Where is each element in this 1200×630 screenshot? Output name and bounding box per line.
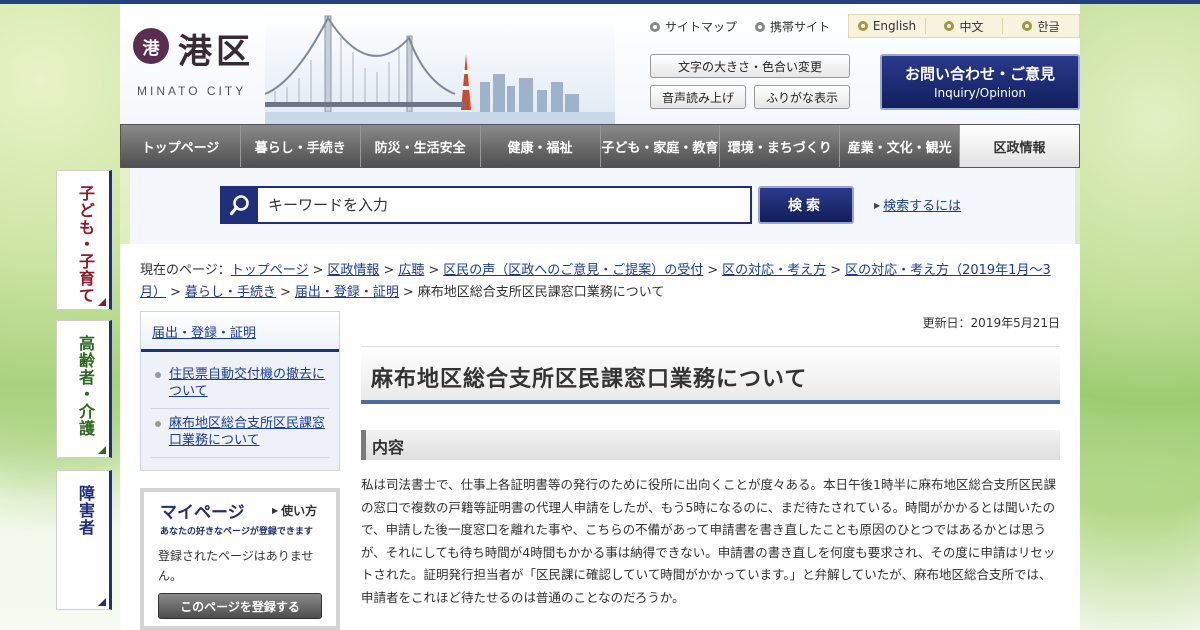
breadcrumb-link[interactable]: 暮らし・手続き xyxy=(185,285,276,300)
radio-bullet-icon xyxy=(944,21,955,31)
site-logo-title[interactable]: 港区 xyxy=(178,24,254,73)
radio-bullet-icon xyxy=(1022,21,1033,31)
search-icon xyxy=(222,188,258,222)
breadcrumb-separator: > xyxy=(279,285,291,300)
corner-arrow-icon xyxy=(98,298,106,306)
side-tab-elderly-label: 高齢者・介護 xyxy=(76,335,95,437)
mobile-site-link-label: 携帯サイト xyxy=(770,20,831,34)
local-nav-link[interactable]: 麻布地区総合支所区民課窓口業務について xyxy=(169,415,329,449)
breadcrumb: 現在のページ：トップページ > 区政情報 > 広聴 > 区民の声（区政へのご意見・ご提案）の… xyxy=(140,260,1060,304)
breadcrumb-link[interactable]: 区の対応・考え方 xyxy=(722,263,826,278)
global-navigation: トップページ 暮らし・手続き 防災・生活安全 健康・福祉 子ども・家庭・教育 環… xyxy=(120,124,1080,168)
inquiry-main-label: お問い合わせ・ご意見 xyxy=(904,65,1055,83)
search-box xyxy=(220,186,752,224)
mypage-empty-message: 登録されたページはありません。 xyxy=(158,549,314,583)
radio-bullet-icon xyxy=(857,21,868,31)
utility-links: サイトマップ 携帯サイト xyxy=(650,18,830,35)
side-tab-children[interactable]: 子ども・子育て xyxy=(56,170,112,310)
corner-arrow-icon xyxy=(98,446,106,454)
inquiry-opinion-button[interactable]: お問い合わせ・ご意見 Inquiry/Opinion xyxy=(880,54,1080,110)
inquiry-sub-label: Inquiry/Opinion xyxy=(933,86,1027,100)
language-english-link[interactable]: English xyxy=(849,18,925,34)
rainbow-bridge-skyline-image xyxy=(265,12,615,124)
nav-children-family-education[interactable]: 子ども・家庭・教育 xyxy=(599,125,720,167)
side-tab-disabled[interactable]: 障害者 xyxy=(56,470,112,610)
bullet-icon xyxy=(155,372,161,378)
local-nav-title-link[interactable]: 届出・登録・証明 xyxy=(152,326,256,341)
breadcrumb-separator: > xyxy=(383,263,395,278)
nav-municipal-info[interactable]: 区政情報 xyxy=(959,125,1079,167)
local-navigation: 届出・登録・証明 住民票自動交付機の撤去について 麻布地区総合支所区民課窓口業務… xyxy=(140,311,340,471)
breadcrumb-prefix: 現在のページ： xyxy=(140,263,231,278)
breadcrumb-link[interactable]: 区民の声（区政へのご意見・ご提案）の受付 xyxy=(443,263,703,278)
breadcrumb-separator: > xyxy=(428,263,440,278)
breadcrumb-separator: > xyxy=(170,285,181,300)
language-korean-link[interactable]: 한글 xyxy=(1002,18,1079,34)
side-tab-disabled-label: 障害者 xyxy=(76,485,95,536)
sitemap-link[interactable]: サイトマップ xyxy=(650,18,737,35)
nav-environment-town[interactable]: 環境・まちづくり xyxy=(719,125,840,167)
mypage-title: マイページ xyxy=(160,503,245,523)
search-button[interactable]: 検索 xyxy=(758,186,854,224)
nav-disaster-safety[interactable]: 防災・生活安全 xyxy=(359,125,480,167)
breadcrumb-separator: > xyxy=(707,263,719,278)
breadcrumb-link[interactable]: 届出・登録・証明 xyxy=(295,285,399,300)
breadcrumb-link[interactable]: トップページ xyxy=(231,263,309,278)
site-logo-subtitle: MINATO CITY xyxy=(137,84,247,98)
furigana-button[interactable]: ふりがな表示 xyxy=(754,85,850,109)
updated-date: 更新日：2019年5月21日 xyxy=(922,316,1060,330)
language-selector: English 中文 한글 xyxy=(848,14,1080,38)
language-english-label: English xyxy=(872,19,917,33)
side-tab-children-label: 子ども・子育て xyxy=(76,185,95,304)
local-nav-item: 住民票自動交付機の撤去について xyxy=(151,360,329,409)
breadcrumb-separator: > xyxy=(830,263,842,278)
breadcrumb-separator: > xyxy=(402,285,414,300)
search-help-link[interactable]: 検索するには xyxy=(874,195,961,214)
nav-health-welfare[interactable]: 健康・福祉 xyxy=(479,125,600,167)
page-title: 麻布地区総合支所区民課窓口業務について xyxy=(361,346,1060,404)
local-nav-list: 住民票自動交付機の撤去について 麻布地区総合支所区民課窓口業務について xyxy=(141,352,339,458)
breadcrumb-link[interactable]: 広聴 xyxy=(398,263,424,278)
body-text: 私は司法書士で、仕事上各証明書等の発行のために役所に出向くことが度々ある。本日午… xyxy=(361,477,1056,605)
bullet-icon xyxy=(155,421,161,427)
background-trees-right xyxy=(1075,0,1200,630)
search-input[interactable] xyxy=(258,190,738,220)
radio-bullet-icon xyxy=(650,21,660,32)
nav-industry-culture-tourism[interactable]: 産業・文化・観光 xyxy=(839,125,960,167)
mypage-box: マイページ 使い方 あなたの好きなページが登録できます 登録されたページはありま… xyxy=(140,488,340,630)
section-heading: 内容 xyxy=(361,430,1060,460)
mypage-howto-link[interactable]: 使い方 xyxy=(272,502,317,519)
mypage-subtitle: あなたの好きなページが登録できます xyxy=(160,527,313,537)
nav-top-page[interactable]: トップページ xyxy=(121,125,240,167)
font-color-settings-button[interactable]: 文字の大きさ・色合い変更 xyxy=(650,54,850,78)
language-chinese-label: 中文 xyxy=(959,19,984,34)
corner-arrow-icon xyxy=(98,598,106,606)
breadcrumb-separator: > xyxy=(312,263,324,278)
mobile-site-link[interactable]: 携帯サイト xyxy=(755,18,830,35)
city-emblem-logo[interactable]: 港 xyxy=(133,28,169,64)
nav-living-procedures[interactable]: 暮らし・手続き xyxy=(239,125,360,167)
breadcrumb-link[interactable]: 区政情報 xyxy=(327,263,379,278)
register-page-button[interactable]: このページを登録する xyxy=(158,593,322,619)
side-tab-elderly[interactable]: 高齢者・介護 xyxy=(56,320,112,458)
radio-bullet-icon xyxy=(755,21,766,32)
sitemap-link-label: サイトマップ xyxy=(665,20,738,34)
read-aloud-button[interactable]: 音声読み上げ xyxy=(650,85,746,109)
breadcrumb-current: 麻布地区総合支所区民課窓口業務について xyxy=(417,285,665,300)
language-korean-label: 한글 xyxy=(1037,19,1060,34)
local-nav-title: 届出・登録・証明 xyxy=(141,312,339,352)
local-nav-link[interactable]: 住民票自動交付機の撤去について xyxy=(169,366,329,400)
local-nav-item: 麻布地区総合支所区民課窓口業務について xyxy=(151,409,329,458)
language-chinese-link[interactable]: 中文 xyxy=(925,18,1002,34)
